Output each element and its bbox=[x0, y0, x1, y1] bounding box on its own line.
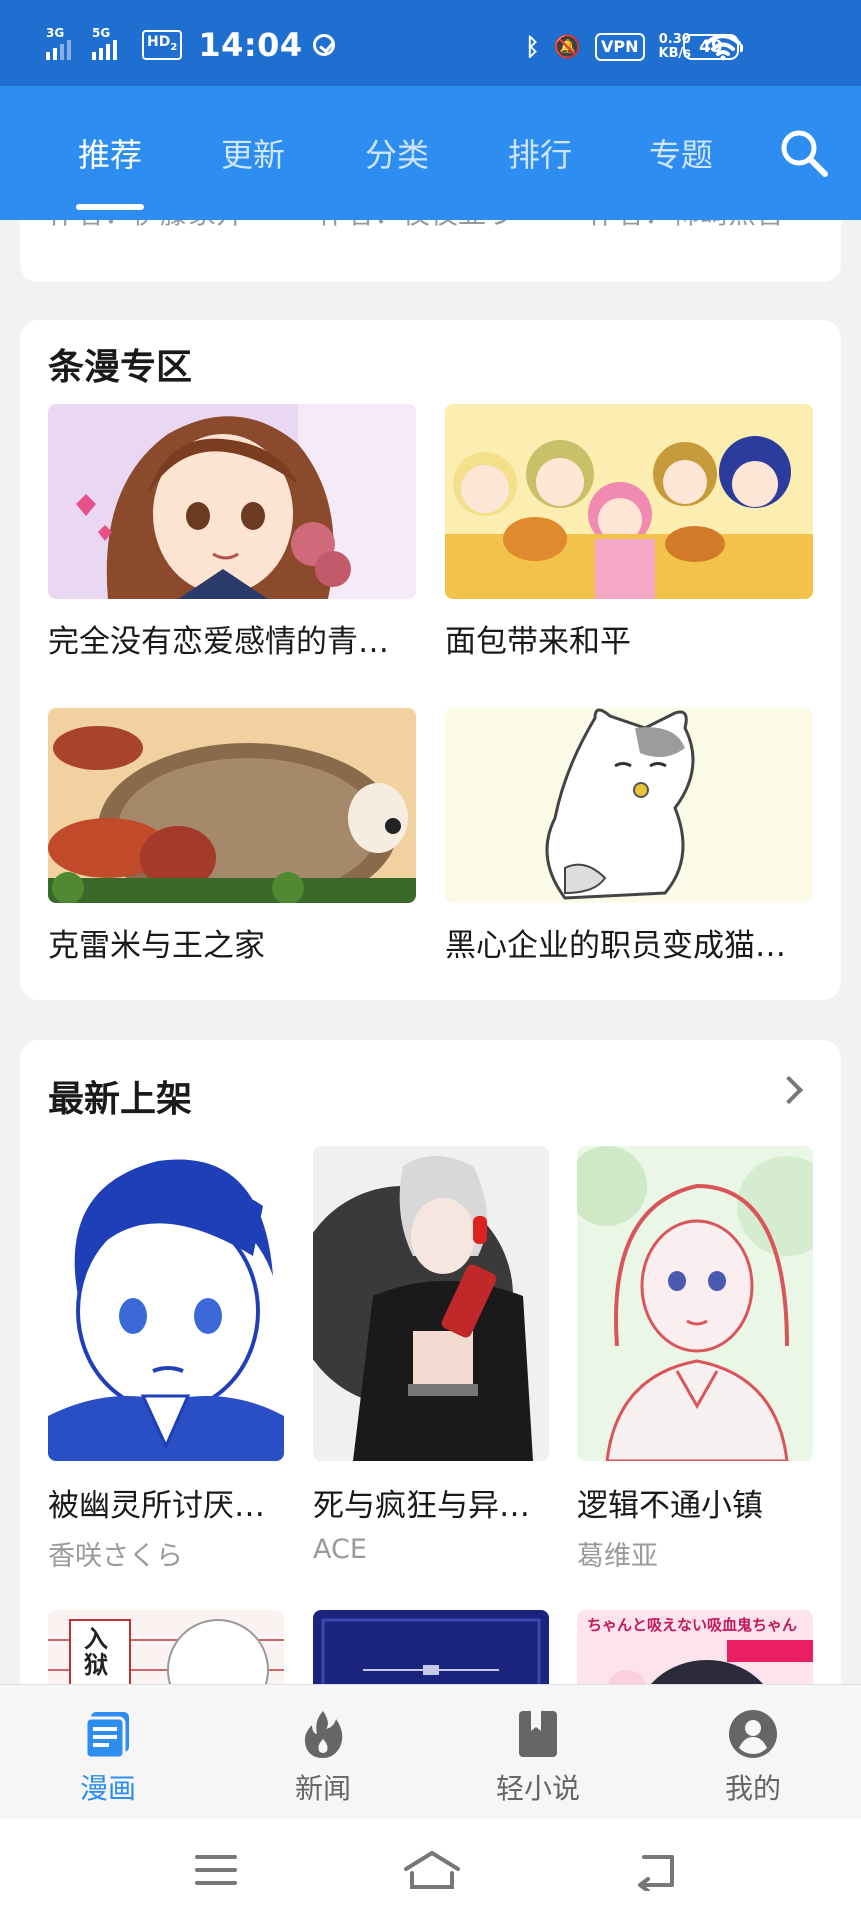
author-label: 作者：柿崎黑音 bbox=[588, 220, 858, 232]
signal-icon: 3G bbox=[46, 26, 82, 60]
author-label: 作者：夜夜亚う bbox=[318, 220, 588, 232]
vpn-badge: VPN bbox=[595, 33, 645, 61]
tab-recommend[interactable]: 推荐 bbox=[40, 86, 180, 220]
hd-label: HD bbox=[147, 34, 171, 51]
tab-updates[interactable]: 更新 bbox=[183, 86, 323, 220]
battery-icon: 49 bbox=[683, 34, 743, 60]
author-row: 作者：伊藤家开 作者：夜夜亚う 作者：柿崎黑音 bbox=[48, 220, 858, 232]
comic-cover[interactable] bbox=[445, 708, 813, 903]
user-avatar-icon bbox=[729, 1710, 777, 1758]
cover-illustration-blue-boy bbox=[48, 1146, 284, 1461]
comic-title[interactable]: 被幽灵所讨厌… bbox=[48, 1480, 288, 1525]
bottom-nav: 漫画 新闻 轻小说 我的 bbox=[0, 1684, 861, 1819]
nav-news[interactable]: 新闻 bbox=[253, 1685, 393, 1820]
comic-title[interactable]: 面包带来和平 bbox=[445, 616, 815, 661]
status-left: 3G 5G HD2 14:04 bbox=[46, 26, 335, 64]
signal-icon: 5G bbox=[92, 26, 132, 60]
comic-author: ACE bbox=[313, 1534, 367, 1565]
webtoon-section: 条漫专区 完全没有恋爱感情的青… 面包带来和平 克雷米与王之家 黑心企业的职员变… bbox=[20, 320, 841, 1000]
tab-ranking[interactable]: 排行 bbox=[470, 86, 610, 220]
cover-illustration-sketch-girl bbox=[577, 1146, 813, 1461]
tab-label: 排行 bbox=[507, 136, 572, 174]
tab-label: 分类 bbox=[364, 136, 429, 174]
cover-illustration-hedgehog bbox=[48, 708, 416, 903]
nav-profile[interactable]: 我的 bbox=[683, 1685, 823, 1820]
tab-label: 专题 bbox=[648, 136, 713, 174]
status-bar: 3G 5G HD2 14:04 ᛒ 🔕 VPN 0.30 KB/s 49 bbox=[0, 0, 861, 86]
active-tab-indicator bbox=[76, 204, 144, 210]
nav-label: 轻小说 bbox=[495, 1772, 580, 1805]
comic-cover[interactable] bbox=[48, 404, 416, 599]
new-releases-section: 最新上架 被幽灵所讨厌… 香咲さくら 死与疯狂与异… ACE 逻辑不通小镇 葛维… bbox=[20, 1040, 841, 1684]
comic-cover[interactable] bbox=[313, 1146, 549, 1461]
tab-label: 推荐 bbox=[77, 136, 142, 174]
comic-cover[interactable] bbox=[48, 1146, 284, 1461]
cover-illustration-dark-character bbox=[313, 1146, 549, 1461]
comic-cover[interactable] bbox=[48, 708, 416, 903]
book-icon bbox=[519, 1711, 557, 1757]
flame-icon bbox=[304, 1711, 343, 1758]
comic-cover[interactable]: 入狱 bbox=[48, 1610, 284, 1684]
cover-illustration-girl bbox=[48, 404, 416, 599]
chevron-right-icon[interactable] bbox=[774, 1075, 804, 1105]
comic-author: 香咲さくら bbox=[48, 1541, 183, 1572]
hd-voice-icon: HD2 bbox=[142, 30, 183, 60]
comic-author: 葛维亚 bbox=[577, 1541, 658, 1572]
comic-cover[interactable] bbox=[313, 1610, 549, 1684]
comic-title[interactable]: 黑心企业的职员变成猫… bbox=[445, 920, 815, 965]
cover-illustration-girls-bread bbox=[445, 404, 813, 599]
tab-topics[interactable]: 专题 bbox=[611, 86, 751, 220]
nav-label: 新闻 bbox=[294, 1772, 351, 1805]
menu-icon[interactable] bbox=[193, 1849, 239, 1891]
cover-illustration-navy bbox=[313, 1610, 549, 1684]
bluetooth-icon: ᛒ bbox=[525, 33, 540, 61]
sync-icon bbox=[312, 34, 335, 56]
comic-title[interactable]: 完全没有恋爱感情的青… bbox=[48, 616, 418, 661]
comic-book-icon bbox=[84, 1712, 129, 1759]
comic-cover[interactable] bbox=[577, 1146, 813, 1461]
hd-sub-label: 2 bbox=[170, 41, 178, 53]
nav-comics[interactable]: 漫画 bbox=[38, 1685, 178, 1820]
comic-title[interactable]: 死与疯狂与异… bbox=[313, 1480, 553, 1525]
battery-level: 49 bbox=[699, 37, 723, 57]
comic-title[interactable]: 逻辑不通小镇 bbox=[577, 1480, 817, 1525]
back-icon[interactable] bbox=[634, 1849, 680, 1891]
network-type-2: 5G bbox=[92, 26, 111, 40]
clock: 14:04 bbox=[198, 26, 303, 64]
cover-illustration-cat bbox=[445, 708, 813, 903]
tab-categories[interactable]: 分类 bbox=[327, 86, 467, 220]
system-nav-bar bbox=[0, 1819, 861, 1920]
nav-label: 我的 bbox=[724, 1772, 781, 1805]
cover-text: ちゃんと吸えない吸血鬼ちゃん bbox=[587, 1616, 798, 1634]
home-icon[interactable] bbox=[402, 1849, 462, 1891]
comic-title[interactable]: 克雷米与王之家 bbox=[48, 920, 418, 965]
home-feed[interactable]: 作者：伊藤家开 作者：夜夜亚う 作者：柿崎黑音 条漫专区 bbox=[0, 220, 861, 1684]
section-title: 最新上架 bbox=[48, 1079, 193, 1120]
author-label: 作者：伊藤家开 bbox=[48, 220, 318, 232]
mute-bell-icon: 🔕 bbox=[553, 34, 582, 60]
section-title: 条漫专区 bbox=[48, 347, 193, 388]
top-tab-bar: 推荐 更新 分类 排行 专题 bbox=[0, 86, 861, 220]
nav-label: 漫画 bbox=[79, 1772, 136, 1805]
nav-light-novel[interactable]: 轻小说 bbox=[468, 1685, 608, 1820]
previous-section-card: 作者：伊藤家开 作者：夜夜亚う 作者：柿崎黑音 bbox=[20, 220, 841, 282]
comic-cover[interactable] bbox=[445, 404, 813, 599]
search-icon[interactable] bbox=[777, 126, 831, 180]
comic-cover[interactable]: ちゃんと吸えない吸血鬼ちゃん bbox=[577, 1610, 813, 1684]
tab-label: 更新 bbox=[220, 136, 285, 174]
network-type-1: 3G bbox=[46, 26, 65, 40]
cover-text: 入狱 bbox=[84, 1625, 108, 1679]
